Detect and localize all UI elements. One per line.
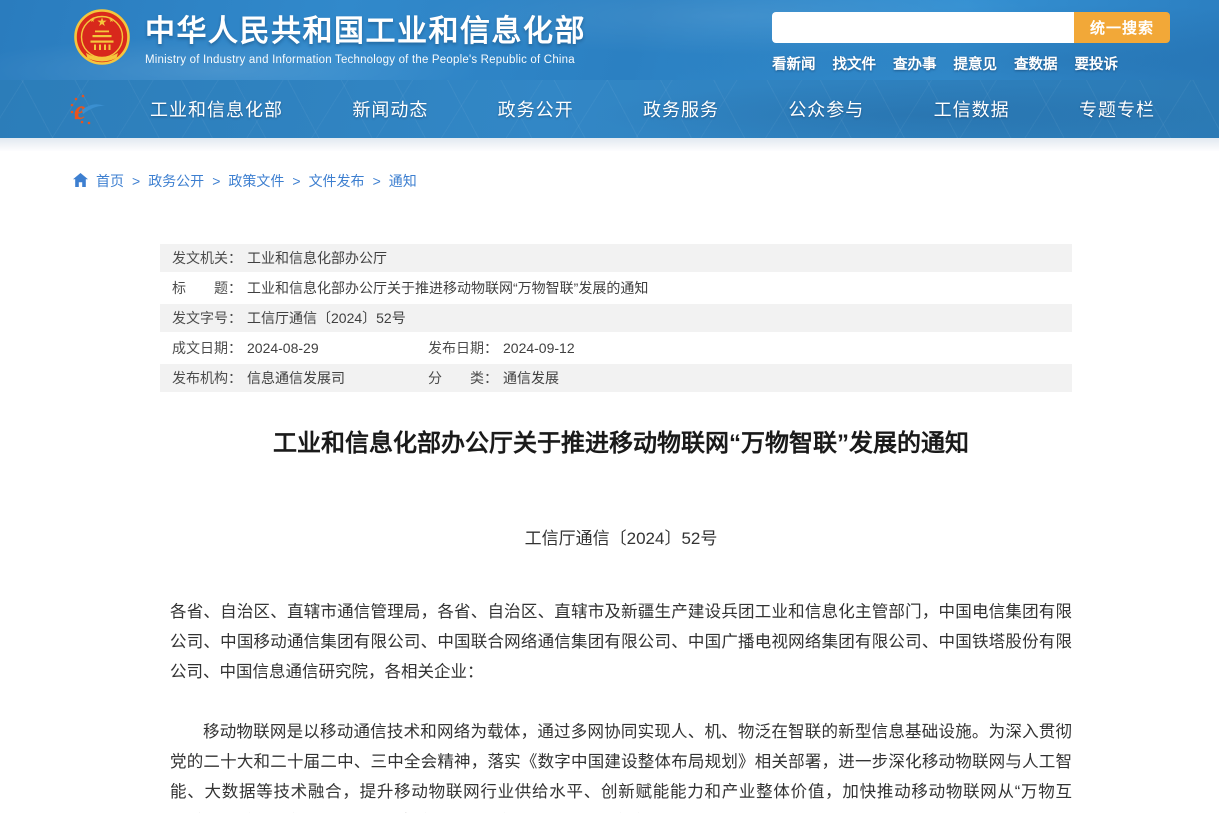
quick-link-documents[interactable]: 找文件 <box>833 53 877 74</box>
nav-item-public-participation[interactable]: 公众参与 <box>788 96 864 122</box>
meta-row-issuing-agency: 发文机关： 工业和信息化部办公厅 <box>160 244 1072 272</box>
meta-label: 成文日期： <box>172 340 242 356</box>
meta-value: 工业和信息化部办公厅 <box>247 250 387 266</box>
site-header: ★ ★ ★ 中华人民共和国工业和信息化部 Ministry of Industr… <box>0 0 1219 80</box>
nav-shadow-divider <box>0 138 1219 151</box>
meta-label: 发文机关： <box>172 250 242 266</box>
breadcrumb-separator: > <box>132 173 140 189</box>
document-body: 各省、自治区、直辖市通信管理局，各省、自治区、直辖市及新疆生产建设兵团工业和信息… <box>170 597 1072 813</box>
meta-value: 工业和信息化部办公厅关于推进移动物联网“万物智联”发展的通知 <box>247 280 648 296</box>
miit-e-logo-icon: e <box>70 93 106 130</box>
quick-link-feedback[interactable]: 提意见 <box>954 53 998 74</box>
quick-link-complaint[interactable]: 要投诉 <box>1075 53 1119 74</box>
nav-item-gov-services[interactable]: 政务服务 <box>643 96 719 122</box>
search-bar: 统一搜索 <box>772 12 1170 43</box>
meta-label: 分 类： <box>428 370 498 386</box>
meta-row-dates: 成文日期： 2024-08-29 发布日期： 2024-09-12 <box>160 334 1072 362</box>
nav-item-miit-data[interactable]: 工信数据 <box>934 96 1010 122</box>
article: 发文机关： 工业和信息化部办公厅 标 题： 工业和信息化部办公厅关于推进移动物联网“… <box>170 244 1072 813</box>
svg-text:★: ★ <box>90 17 95 24</box>
nav-item-news[interactable]: 新闻动态 <box>352 96 428 122</box>
meta-value: 2024-08-29 <box>247 340 319 356</box>
meta-value: 2024-09-12 <box>503 340 575 356</box>
meta-row-publisher-category: 发布机构： 信息通信发展司 分 类： 通信发展 <box>160 364 1072 392</box>
meta-value: 通信发展 <box>503 370 559 386</box>
quick-links: 看新闻 找文件 查办事 提意见 查数据 要投诉 <box>772 53 1170 74</box>
nav-item-gov-disclosure[interactable]: 政务公开 <box>498 96 574 122</box>
svg-text:★: ★ <box>97 15 108 29</box>
meta-label: 发布机构： <box>172 370 242 386</box>
meta-row-title: 标 题： 工业和信息化部办公厅关于推进移动物联网“万物智联”发展的通知 <box>160 274 1072 302</box>
paragraph-addressees: 各省、自治区、直辖市通信管理局，各省、自治区、直辖市及新疆生产建设兵团工业和信息… <box>170 597 1072 687</box>
site-subtitle: Ministry of Industry and Information Tec… <box>145 54 586 66</box>
meta-label: 发文字号： <box>172 310 242 326</box>
breadcrumb-item-policy-documents[interactable]: 政策文件 <box>228 171 284 191</box>
site-title: 中华人民共和国工业和信息化部 <box>145 15 586 49</box>
main-nav: e 工业和信息化部 新闻动态 政务公开 政务服务 公众参与 工信数据 专题专栏 <box>0 80 1219 138</box>
breadcrumb-separator: > <box>212 173 220 189</box>
quick-link-data[interactable]: 查数据 <box>1014 53 1058 74</box>
breadcrumb: 首页 > 政务公开 > 政策文件 > 文件发布 > 通知 <box>73 171 1219 191</box>
document-meta-table: 发文机关： 工业和信息化部办公厅 标 题： 工业和信息化部办公厅关于推进移动物联网“… <box>160 244 1072 392</box>
meta-row-document-number: 发文字号： 工信厅通信〔2024〕52号 <box>160 304 1072 332</box>
paragraph-intro: 移动物联网是以移动通信技术和网络为载体，通过多网协同实现人、机、物泛在智联的新型… <box>170 717 1072 813</box>
document-number: 工信厅通信〔2024〕52号 <box>170 524 1072 549</box>
meta-value: 信息通信发展司 <box>247 370 345 386</box>
quick-link-news[interactable]: 看新闻 <box>772 53 816 74</box>
document-title: 工业和信息化部办公厅关于推进移动物联网“万物智联”发展的通知 <box>170 428 1072 460</box>
quick-link-services[interactable]: 查办事 <box>893 53 937 74</box>
meta-value: 工信厅通信〔2024〕52号 <box>247 310 406 326</box>
breadcrumb-separator: > <box>373 173 381 189</box>
meta-label: 发布日期： <box>428 340 498 356</box>
nav-item-miit[interactable]: 工业和信息化部 <box>150 96 283 122</box>
national-emblem-icon: ★ ★ ★ <box>73 8 131 71</box>
breadcrumb-item-gov-disclosure[interactable]: 政务公开 <box>148 171 204 191</box>
unified-search-button[interactable]: 统一搜索 <box>1074 12 1170 43</box>
breadcrumb-item-notice[interactable]: 通知 <box>389 171 417 191</box>
nav-item-special-topics[interactable]: 专题专栏 <box>1079 96 1155 122</box>
svg-text:★: ★ <box>109 17 114 24</box>
meta-label: 标 题： <box>172 280 242 296</box>
breadcrumb-item-document-release[interactable]: 文件发布 <box>309 171 365 191</box>
search-input[interactable] <box>772 12 1074 43</box>
breadcrumb-separator: > <box>292 173 300 189</box>
home-icon[interactable] <box>73 173 88 190</box>
breadcrumb-home[interactable]: 首页 <box>96 171 124 191</box>
